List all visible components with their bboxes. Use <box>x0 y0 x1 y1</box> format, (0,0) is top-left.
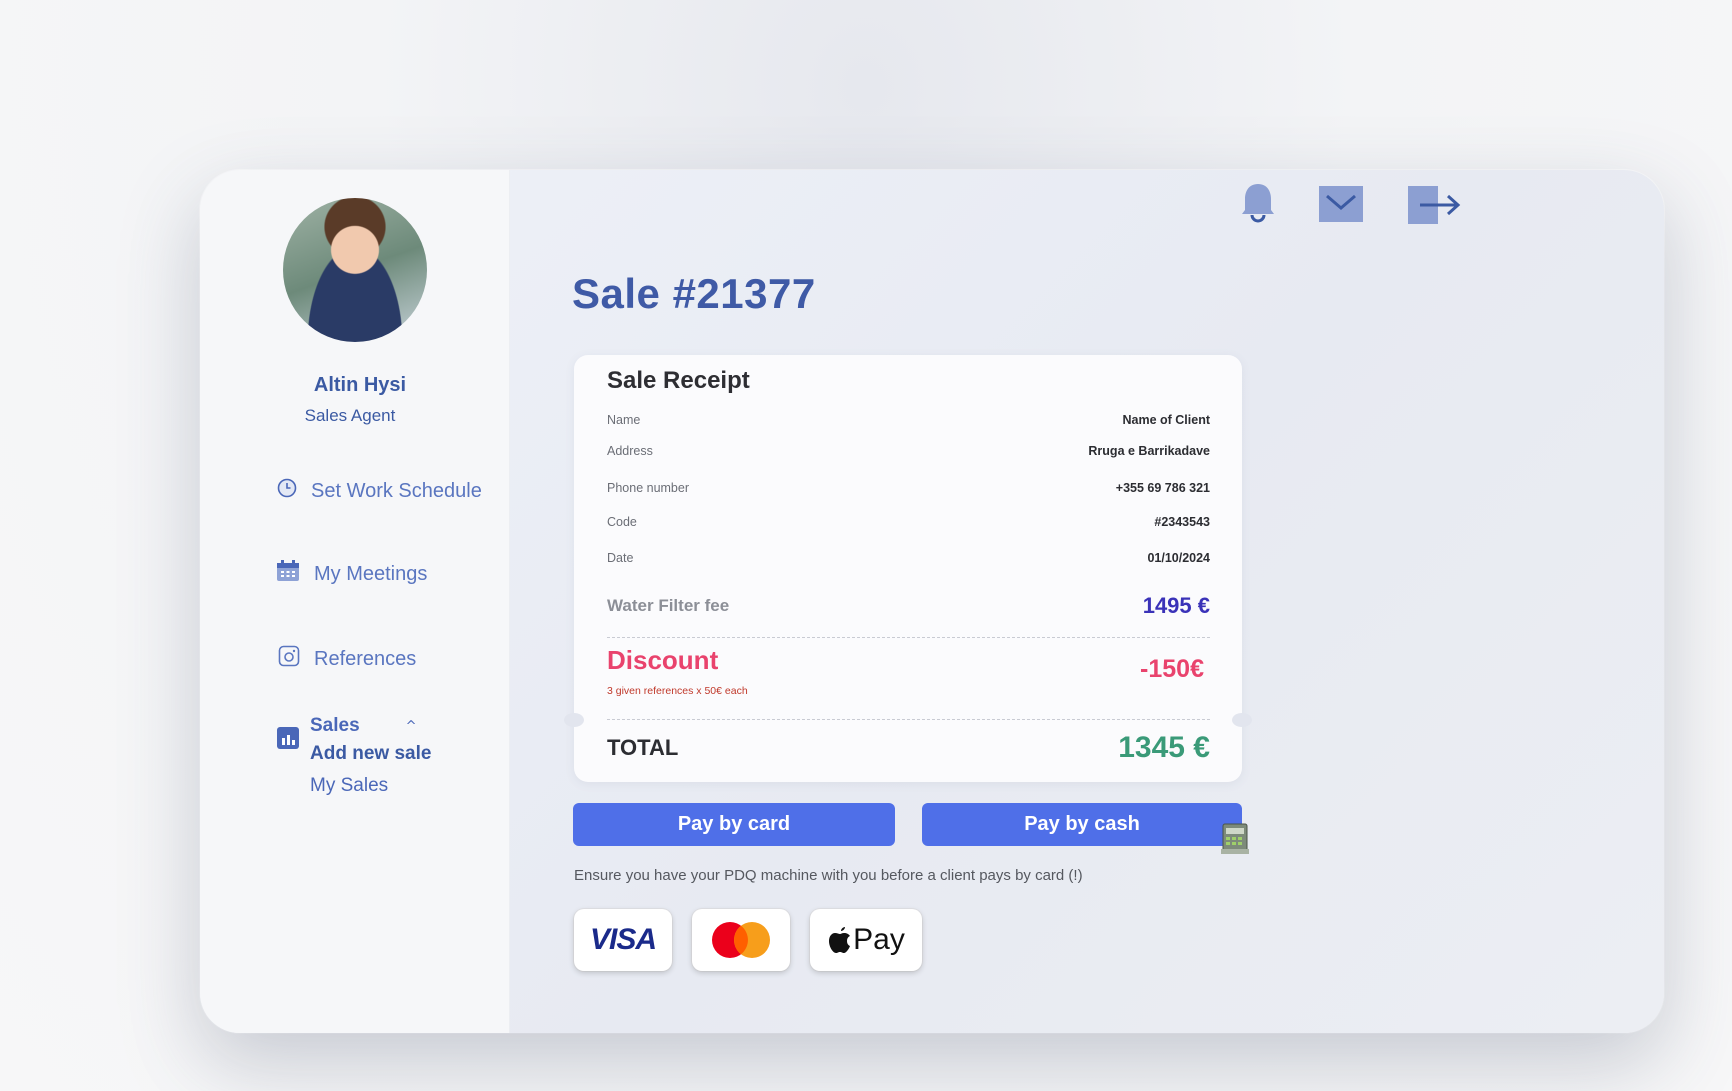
receipt-row-phone: Phone number +355 69 786 321 <box>607 481 1210 495</box>
fee-value: 1495 € <box>1142 593 1210 618</box>
divider <box>607 719 1210 720</box>
field-label: Phone number <box>607 481 690 495</box>
field-value: +355 69 786 321 <box>1115 481 1210 495</box>
mastercard-logo <box>692 909 790 971</box>
bell-icon[interactable] <box>1240 182 1276 228</box>
user-name: Altin Hysi <box>313 374 407 396</box>
receipt-row-code: Code #2343543 <box>607 515 1210 529</box>
field-label: Date <box>607 551 634 565</box>
field-value: Name of Client <box>1122 413 1210 427</box>
chart-icon <box>277 727 299 753</box>
receipt-notch-left <box>564 713 584 727</box>
pay-by-cash-button[interactable]: Pay by cash <box>922 803 1242 846</box>
field-value: Rruga e Barrikadave <box>1088 444 1210 458</box>
nav-item-references[interactable]: References <box>278 645 416 673</box>
apple-pay-text: Pay <box>853 923 905 956</box>
visa-text: VISA <box>589 923 657 956</box>
references-icon <box>278 645 300 673</box>
receipt-row-fee: Water Filter fee 1495 € <box>607 593 1210 619</box>
pdq-note: Ensure you have your PDQ machine with yo… <box>574 867 1083 884</box>
discount-note: 3 given references x 50€ each <box>607 685 748 697</box>
discount-value: -150€ <box>1140 655 1204 683</box>
receipt-row-name: Name Name of Client <box>607 413 1210 427</box>
sidebar: Altin Hysi Sales Agent Set Work Schedule… <box>200 170 510 1033</box>
field-label: Name <box>607 413 641 427</box>
apple-icon <box>829 927 851 953</box>
receipt-row-address: Address Rruga e Barrikadave <box>607 444 1210 458</box>
pay-by-card-button[interactable]: Pay by card <box>573 803 895 846</box>
avatar[interactable] <box>283 198 427 342</box>
cash-register-icon <box>1220 820 1250 860</box>
field-label: Code <box>607 515 637 529</box>
nav-item-my-sales[interactable]: My Sales <box>310 775 431 797</box>
receipt-title: Sale Receipt <box>607 367 750 394</box>
discount-label: Discount <box>607 645 719 675</box>
pay-by-cash-label: Pay by cash <box>1024 813 1140 835</box>
chevron-up-icon[interactable]: ^ <box>406 719 417 734</box>
receipt-notch-right <box>1232 713 1252 727</box>
total-value: 1345 € <box>1118 731 1210 764</box>
total-label: TOTAL <box>607 735 679 760</box>
nav-item-sales[interactable]: Sales <box>310 715 360 737</box>
nav-label-schedule: Set Work Schedule <box>311 479 482 502</box>
nav-item-meetings[interactable]: My Meetings <box>276 560 427 588</box>
visa-logo: VISA <box>574 909 672 971</box>
field-value: 01/10/2024 <box>1147 551 1210 565</box>
user-role: Sales Agent <box>304 406 396 425</box>
nav-item-add-new-sale[interactable]: Add new sale <box>310 743 431 765</box>
nav-label-references: References <box>314 647 417 670</box>
sales-group: Sales ^ Add new sale My Sales <box>277 715 431 797</box>
nav-label-meetings: My Meetings <box>314 562 428 585</box>
mail-icon[interactable] <box>1319 186 1363 226</box>
clock-icon <box>277 478 297 504</box>
page-title: Sale #21377 <box>572 270 816 317</box>
field-value: #2343543 <box>1154 515 1210 529</box>
field-label: Address <box>607 444 653 458</box>
logout-icon[interactable] <box>1408 186 1462 228</box>
receipt-row-date: Date 01/10/2024 <box>607 551 1210 565</box>
calendar-icon <box>276 560 300 588</box>
app-window: Altin Hysi Sales Agent Set Work Schedule… <box>200 170 1664 1033</box>
divider <box>607 637 1210 638</box>
fee-label: Water Filter fee <box>607 596 730 615</box>
sale-receipt: Sale Receipt Name Name of Client Address… <box>564 355 1252 782</box>
apple-pay-logo: Pay <box>810 909 922 971</box>
nav-item-schedule[interactable]: Set Work Schedule <box>277 478 482 504</box>
